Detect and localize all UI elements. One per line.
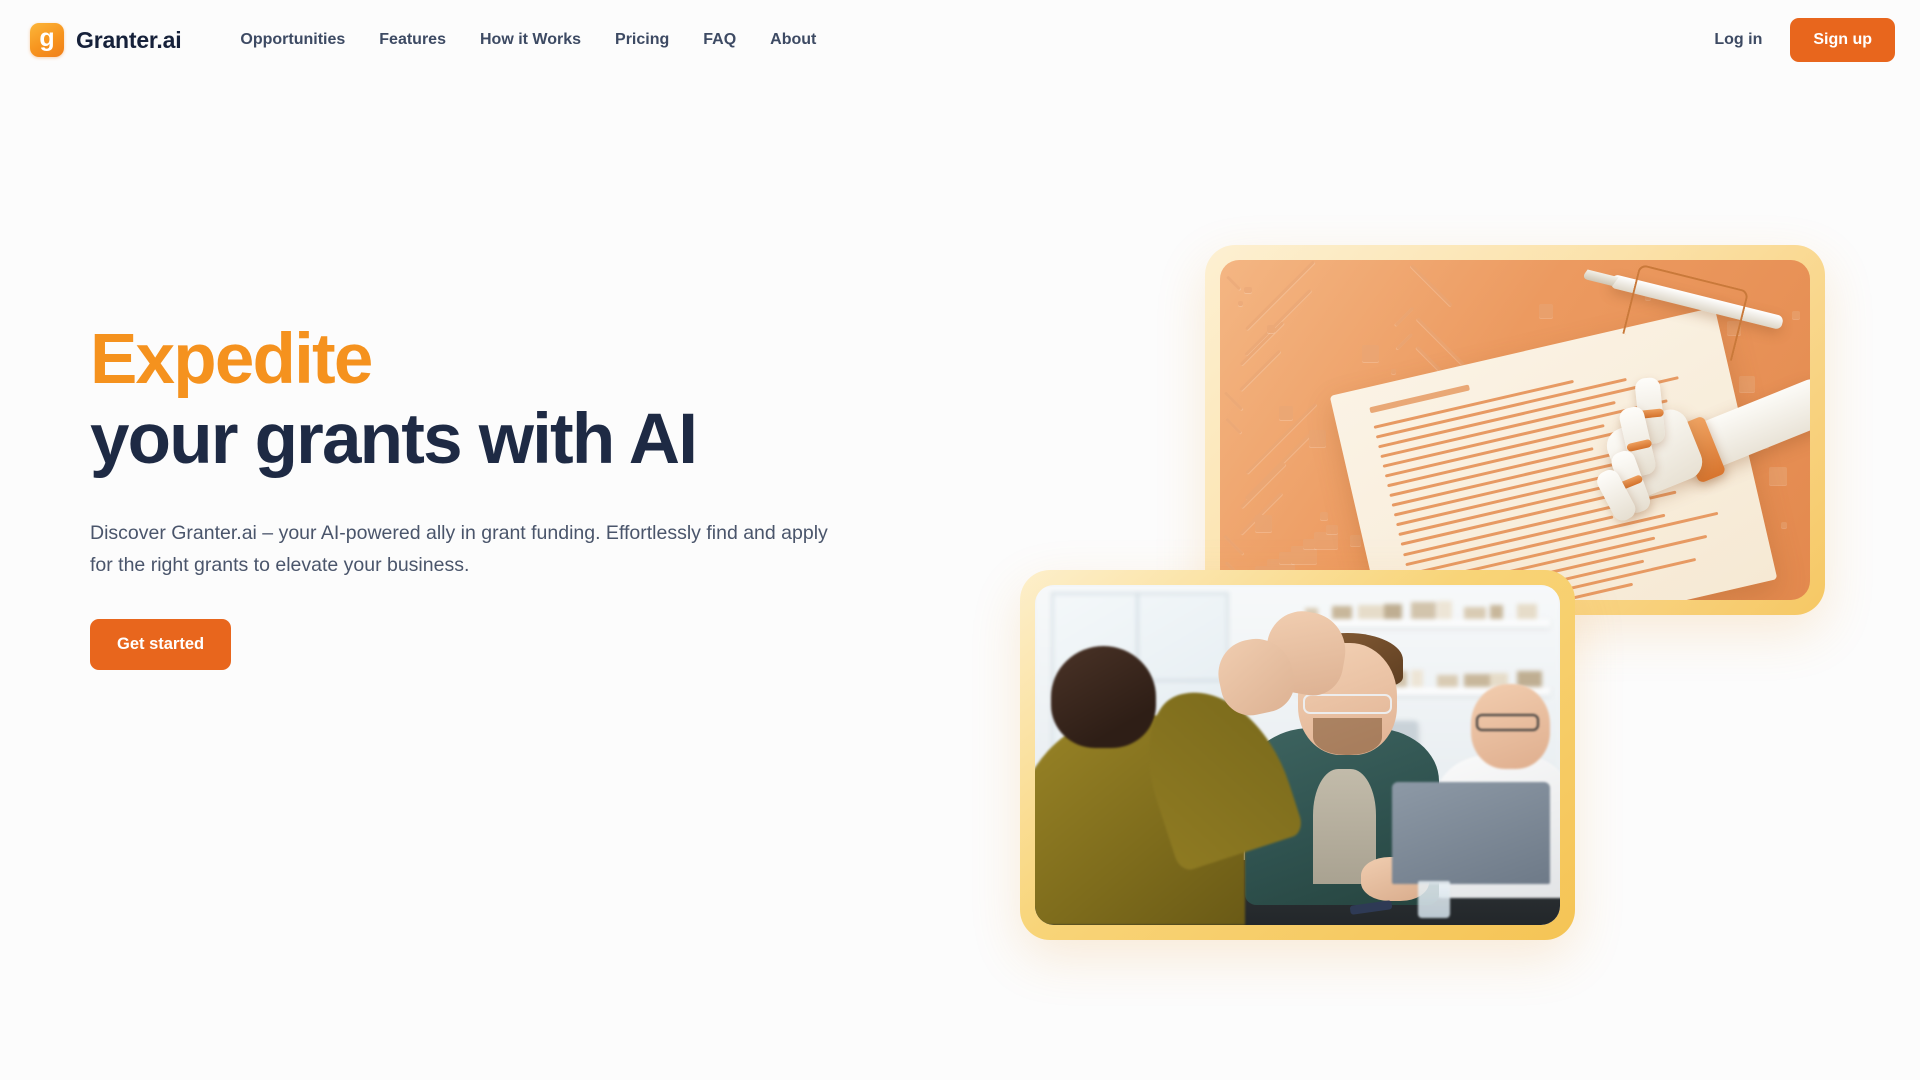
water-glass [1418,880,1450,919]
book [1437,675,1458,687]
top-navigation-bar: g Granter.ai Opportunities Features How … [0,0,1920,80]
circuit-chip [1243,287,1252,293]
circuit-trace [1395,333,1413,351]
nav-actions: Log in Sign up [1696,18,1895,62]
circuit-component [1279,406,1293,421]
book [1437,601,1453,619]
person-center-glasses [1302,693,1392,715]
hero-card-team-photo [1020,570,1575,940]
nav-item-faq[interactable]: FAQ [686,23,753,57]
circuit-component [1308,430,1326,447]
circuit-trace [1223,391,1243,411]
book [1357,605,1386,619]
person-right-glasses [1476,714,1539,732]
hero-card-ai-document [1205,245,1825,615]
circuit-component [1391,368,1397,374]
circuit-component [1780,521,1787,528]
brand-logo[interactable]: g Granter.ai [30,23,182,57]
book [1463,606,1487,619]
ai-document-image [1220,260,1810,600]
circuit-trace [1223,534,1244,556]
primary-nav-links: Opportunities Features How it Works Pric… [223,23,833,57]
get-started-button[interactable]: Get started [90,618,232,670]
circuit-component [1538,304,1553,319]
ai-scene [1220,260,1810,600]
circuit-chip [1326,525,1339,534]
log-in-link[interactable]: Log in [1696,23,1780,57]
nav-item-about[interactable]: About [753,23,833,57]
office-scene [1035,585,1560,925]
hero-heading-accent: Expedite [90,320,373,399]
circuit-trace [1225,418,1242,435]
circuit-component [1255,515,1273,532]
circuit-trace [1394,306,1415,327]
person-center-beard [1313,717,1382,755]
hero-heading-rest: your grants with AI [90,400,698,480]
book [1384,603,1403,619]
hero-section: Expedite your grants with AI Discover Gr… [90,320,880,670]
circuit-component [1361,345,1379,362]
circuit-component [1349,535,1361,547]
book [1516,604,1537,619]
hero-heading: Expedite your grants with AI [90,320,880,480]
circuit-trace [1410,264,1453,307]
brand-name: Granter.ai [76,26,182,53]
circuit-component [1237,300,1243,306]
circuit-component [1267,324,1276,333]
team-photo-image [1035,585,1560,925]
book [1463,674,1492,687]
hero-artwork [965,230,1890,990]
book [1410,669,1424,687]
hero-subtitle: Discover Granter.ai – your AI-powered al… [90,522,828,577]
nav-item-features[interactable]: Features [362,23,463,57]
nav-item-how-it-works[interactable]: How it Works [463,23,598,57]
circuit-component [1320,511,1329,520]
circuit-trace [1225,275,1241,291]
book [1331,606,1352,619]
circuit-chip [1314,532,1339,549]
laptop [1392,782,1550,885]
logo-letter: g [39,23,55,52]
nav-item-pricing[interactable]: Pricing [598,23,686,57]
granter-logo-icon: g [30,23,64,57]
book [1490,605,1503,619]
book [1410,602,1437,619]
sign-up-button[interactable]: Sign up [1790,18,1895,62]
nav-item-opportunities[interactable]: Opportunities [223,23,362,57]
person-left-head [1050,646,1156,749]
